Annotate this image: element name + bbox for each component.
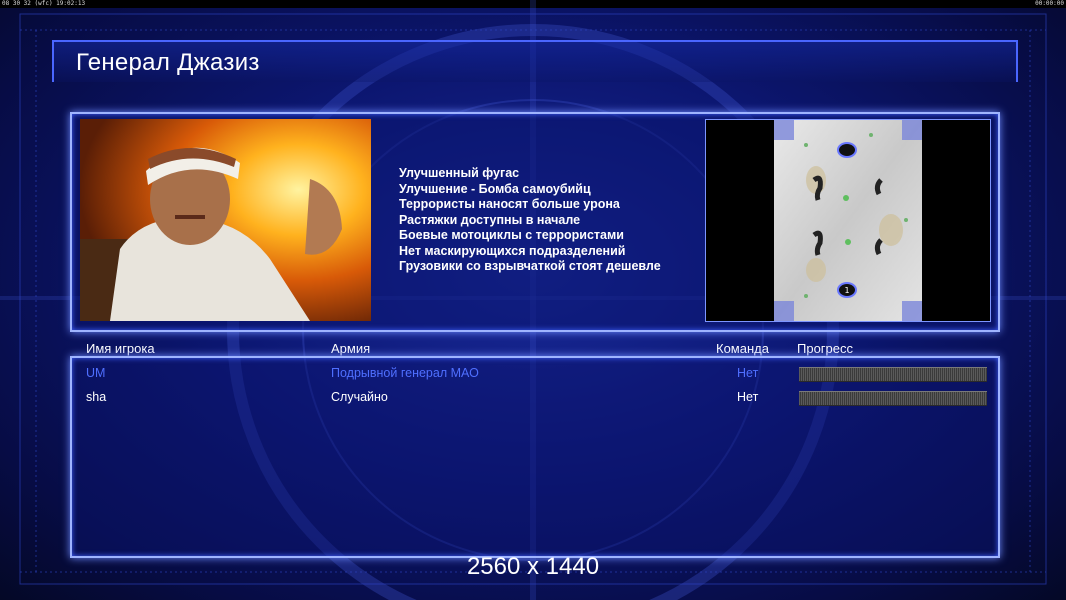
- player-name: sha: [86, 390, 107, 404]
- feature-item: Террористы наносят больше урона: [399, 197, 620, 211]
- player-row: sha Случайно Нет: [72, 386, 992, 408]
- player-name: UM: [86, 366, 106, 380]
- column-header-army: Армия: [331, 341, 371, 356]
- overlay-left-text: 08 30 32 (wfc) 19:02:13: [2, 0, 86, 7]
- general-title: Генерал Джазиз: [76, 49, 260, 76]
- column-header-progress: Прогресс: [797, 341, 854, 356]
- feature-item: Улучшенный фугас: [399, 166, 520, 180]
- general-portrait: [80, 119, 371, 321]
- debug-overlay-bar: 08 30 32 (wfc) 19:02:13 00:00:00: [0, 0, 1066, 8]
- start-position-marker[interactable]: 1: [837, 282, 857, 298]
- feature-item: Растяжки доступны в начале: [399, 212, 581, 227]
- resolution-overlay-text: 2560 x 1440: [466, 553, 600, 580]
- feature-item: Грузовики со взрывчаткой стоят дешевле: [399, 259, 661, 273]
- player-progress-bar: [799, 391, 987, 406]
- player-army: Случайно: [331, 390, 388, 404]
- feature-item: Улучшение - Бомба самоубийц: [399, 181, 591, 196]
- column-header-player: Имя игрока: [86, 341, 155, 356]
- player-row: UM Подрывной генерал МАО Нет: [72, 362, 992, 384]
- feature-item: Нет маскирующихся подразделений: [399, 243, 626, 258]
- map-preview[interactable]: 1: [705, 119, 991, 322]
- player-army: Подрывной генерал МАО: [331, 366, 479, 380]
- column-header-team: Команда: [716, 341, 769, 356]
- player-progress-bar: [799, 367, 987, 382]
- overlay-right-text: 00:00:00: [1035, 0, 1064, 7]
- player-team: Нет: [737, 366, 759, 380]
- general-feature-list: Улучшенный фугас Улучшение - Бомба самоу…: [399, 166, 661, 275]
- svg-text:1: 1: [844, 286, 849, 295]
- player-team: Нет: [737, 390, 759, 404]
- feature-item: Боевые мотоциклы с террористами: [399, 228, 624, 242]
